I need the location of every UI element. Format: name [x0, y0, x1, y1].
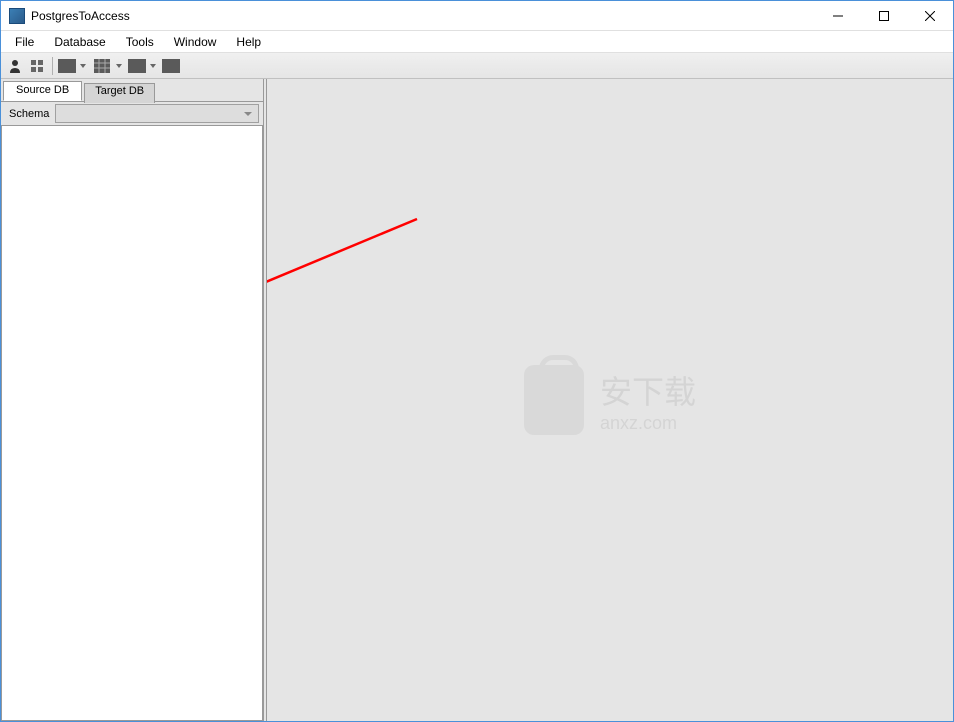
toolbar: [1, 53, 953, 79]
menubar: File Database Tools Window Help: [1, 31, 953, 53]
titlebar: PostgresToAccess: [1, 1, 953, 31]
minimize-icon: [833, 11, 843, 21]
close-button[interactable]: [907, 1, 953, 30]
menu-database[interactable]: Database: [44, 33, 115, 51]
window-controls: [815, 1, 953, 30]
menu-tools[interactable]: Tools: [116, 33, 164, 51]
table-icon: [94, 59, 110, 73]
toolbar-btn-4[interactable]: [92, 56, 112, 76]
schema-select[interactable]: [55, 104, 259, 123]
tab-target-db[interactable]: Target DB: [84, 83, 155, 103]
main-area: 安下载 anxz.com: [267, 79, 953, 721]
lock-icon: [524, 365, 584, 435]
toolbar-separator: [52, 57, 53, 75]
panel-tabs: Source DB Target DB: [1, 79, 263, 101]
body-area: Source DB Target DB Schema 安下载 anxz.com: [1, 79, 953, 721]
app-icon: [9, 8, 25, 24]
watermark-subtext: anxz.com: [600, 413, 696, 434]
grid-icon: [29, 58, 45, 74]
chevron-down-icon[interactable]: [150, 64, 156, 68]
menu-file[interactable]: File: [5, 33, 44, 51]
object-tree[interactable]: [1, 125, 263, 721]
toolbar-btn-6[interactable]: [162, 59, 180, 73]
tab-source-db[interactable]: Source DB: [3, 81, 82, 101]
menu-window[interactable]: Window: [164, 33, 227, 51]
watermark: 安下载 anxz.com: [524, 365, 696, 435]
chevron-down-icon[interactable]: [80, 64, 86, 68]
toolbar-btn-2[interactable]: [27, 56, 47, 76]
watermark-text-block: 安下载 anxz.com: [600, 367, 696, 434]
toolbar-btn-3[interactable]: [58, 59, 76, 73]
menu-help[interactable]: Help: [226, 33, 271, 51]
left-panel: Source DB Target DB Schema: [1, 79, 263, 721]
toolbar-btn-5[interactable]: [128, 59, 146, 73]
chevron-down-icon[interactable]: [116, 64, 122, 68]
watermark-text: 安下载: [600, 367, 696, 413]
schema-row: Schema: [1, 101, 263, 125]
person-icon: [7, 58, 23, 74]
window-title: PostgresToAccess: [31, 9, 815, 23]
schema-label: Schema: [9, 108, 49, 120]
maximize-button[interactable]: [861, 1, 907, 30]
maximize-icon: [879, 11, 889, 21]
app-window: PostgresToAccess File Database Tools Win…: [0, 0, 954, 722]
toolbar-btn-1[interactable]: [5, 56, 25, 76]
close-icon: [925, 11, 935, 21]
minimize-button[interactable]: [815, 1, 861, 30]
